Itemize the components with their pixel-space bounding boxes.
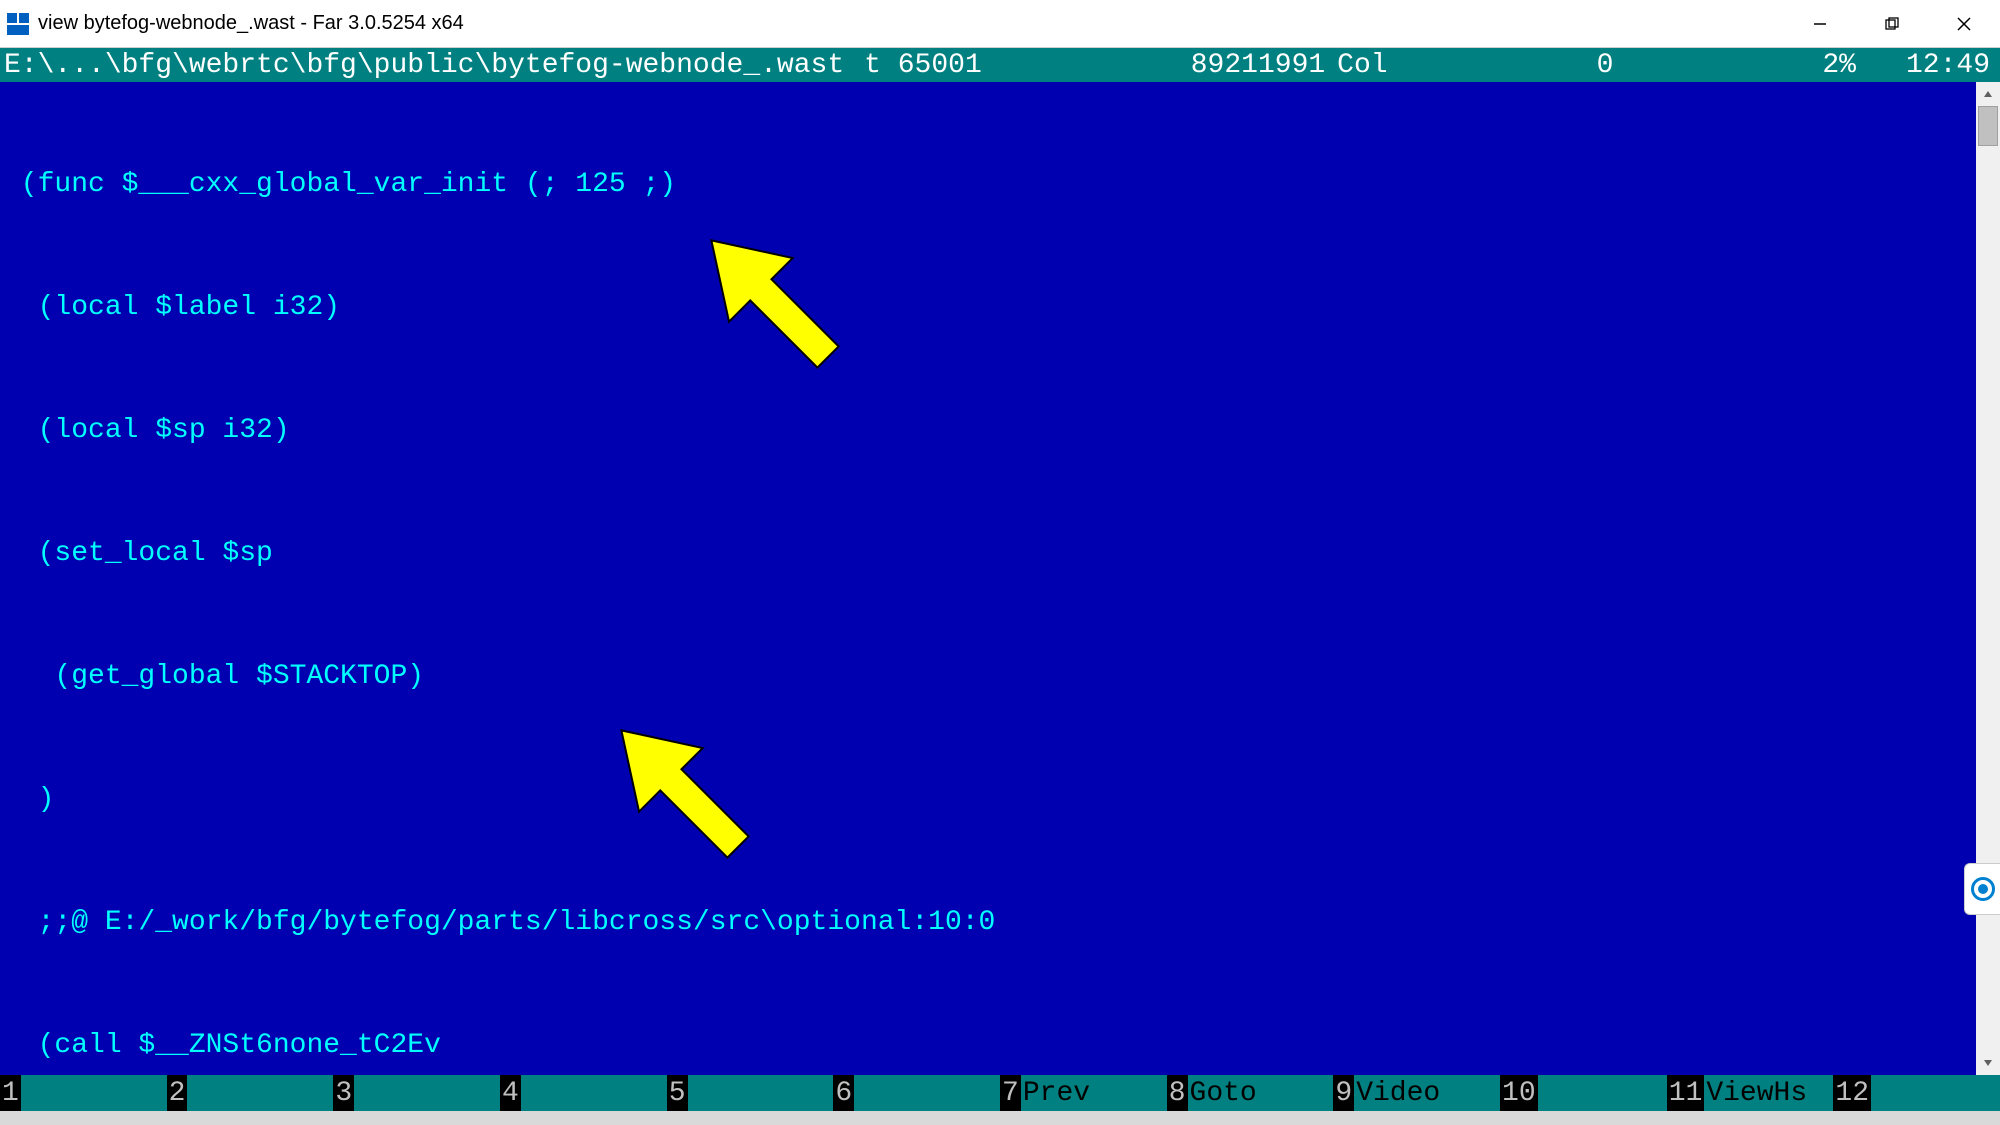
f12-key[interactable]: 12 [1833,1075,2000,1111]
taskbar-sliver [0,1111,2000,1125]
titlebar[interactable]: view bytefog-webnode_.wast - Far 3.0.525… [0,0,2000,48]
f1-key[interactable]: 1 [0,1075,167,1111]
code-line: ) [4,779,1996,820]
window-title: view bytefog-webnode_.wast - Far 3.0.525… [38,12,1784,35]
status-col-label: Col [1337,50,1387,81]
f9-key[interactable]: 9Video [1333,1075,1500,1111]
f6-key[interactable]: 6 [833,1075,1000,1111]
function-keybar: 1 2 3 4 5 6 7Prev 8Goto 9Video 10 11View… [0,1075,2000,1111]
f2-key[interactable]: 2 [167,1075,334,1111]
teamviewer-icon [1971,877,1995,901]
code-line: ;;@ E:/_work/bfg/bytefog/parts/libcross/… [4,902,1996,943]
scroll-down-button[interactable] [1976,1051,2000,1075]
code-line: (get_global $STACKTOP) [4,656,1996,697]
scroll-thumb[interactable] [1978,106,1998,146]
f10-key[interactable]: 10 [1500,1075,1667,1111]
minimize-button[interactable] [1784,0,1856,47]
teamviewer-badge[interactable] [1964,863,2000,915]
status-path: E:\...\bfg\webrtc\bfg\public\bytefog-web… [4,50,844,81]
status-encoding: t 65001 [864,50,982,81]
code-line: (set_local $sp [4,533,1996,574]
close-button[interactable] [1928,0,2000,47]
code-line: (local $sp i32) [4,410,1996,451]
status-bytes: 89211991 [1191,50,1325,81]
vertical-scrollbar[interactable] [1976,82,2000,1075]
code-line: (local $label i32) [4,287,1996,328]
code-line: (func $___cxx_global_var_init (; 125 ;) [4,164,1996,205]
f7-key[interactable]: 7Prev [1000,1075,1167,1111]
f5-key[interactable]: 5 [667,1075,834,1111]
window-controls [1784,0,2000,47]
app-window: view bytefog-webnode_.wast - Far 3.0.525… [0,0,2000,1125]
code-line: (call $__ZNSt6none_tC2Ev [4,1025,1996,1066]
maximize-button[interactable] [1856,0,1928,47]
f11-key[interactable]: 11ViewHs [1667,1075,1834,1111]
status-percent: 2% [1822,50,1856,81]
status-time: 12:49 [1906,50,1990,81]
f8-key[interactable]: 8Goto [1167,1075,1334,1111]
app-icon [6,12,30,36]
scroll-up-button[interactable] [1976,82,2000,106]
status-col: 0 [1597,50,1614,81]
f3-key[interactable]: 3 [333,1075,500,1111]
f4-key[interactable]: 4 [500,1075,667,1111]
viewer-content[interactable]: (func $___cxx_global_var_init (; 125 ;) … [0,82,2000,1075]
viewer-statusbar: E:\...\bfg\webrtc\bfg\public\bytefog-web… [0,48,2000,82]
